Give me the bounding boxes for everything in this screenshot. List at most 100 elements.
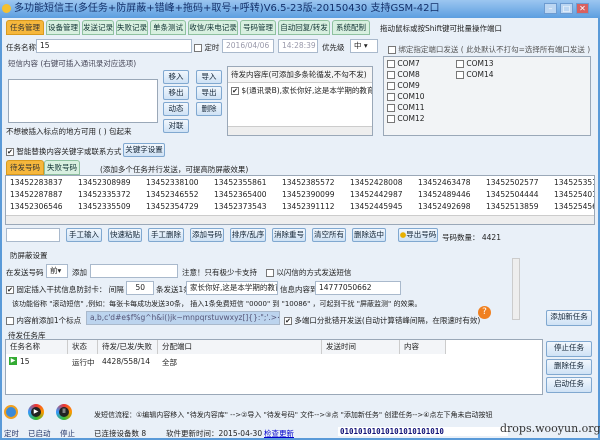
close-button[interactable]: ✕ <box>576 3 589 14</box>
timer-checkbox[interactable]: 定时 <box>194 42 219 53</box>
number-action-button[interactable]: 消除重号 <box>272 228 306 242</box>
tab-2[interactable]: 发送记录 <box>82 20 114 35</box>
checkbox[interactable] <box>456 60 464 68</box>
column-header[interactable]: 发送时间 <box>322 340 400 354</box>
help-icon[interactable]: ? <box>478 306 491 319</box>
delete-task-button[interactable]: 删除任务 <box>546 359 592 375</box>
checkbox[interactable] <box>387 60 395 68</box>
column-header[interactable]: 待发/已发/失败 <box>98 340 158 354</box>
checkbox[interactable] <box>388 46 396 54</box>
subtab-pending-numbers[interactable]: 待发号码 <box>6 160 44 175</box>
number-action-button[interactable]: 排序/乱序 <box>230 228 266 242</box>
pending-item[interactable]: ✔ $(通讯录B),家长你好,这是本学期的教育... <box>228 83 372 98</box>
couplet-button[interactable]: 对联 <box>163 119 189 133</box>
task-name-input[interactable]: 15 <box>36 39 192 53</box>
port-checkbox[interactable]: COM13 <box>456 59 494 68</box>
phone-number[interactable]: 13452545681 <box>554 202 594 211</box>
number-action-button[interactable]: 快速粘贴 <box>108 228 142 242</box>
table-row[interactable]: 15 运行中 4428/558/14 全部 ▶ <box>6 355 542 368</box>
minimize-button[interactable]: – <box>544 3 557 14</box>
fixed-insert-checkbox[interactable]: ✔ 固定插入干扰信息防封卡： 间隔 <box>6 284 124 295</box>
to-number-input[interactable]: 14777050662 <box>315 281 401 295</box>
phone-number[interactable]: 13452354729 <box>146 202 199 211</box>
number-action-button[interactable]: 添加号码 <box>190 228 224 242</box>
checkbox[interactable] <box>387 71 395 79</box>
checkbox[interactable] <box>387 115 395 123</box>
play-icon[interactable]: ▶ <box>28 404 44 420</box>
horizontal-scrollbar[interactable] <box>6 215 594 224</box>
phone-number[interactable]: 13452489446 <box>418 190 471 199</box>
phone-number[interactable]: 13452306546 <box>10 202 63 211</box>
start-task-button[interactable]: 启动任务 <box>546 377 592 393</box>
column-header[interactable]: 任务名称 <box>6 340 68 354</box>
phone-number[interactable]: 13452335509 <box>78 202 131 211</box>
phone-number[interactable]: 13452365400 <box>214 190 267 199</box>
tab-3[interactable]: 失败记录 <box>116 20 148 35</box>
port-checkbox[interactable]: COM14 <box>456 70 494 79</box>
port-checkbox[interactable]: COM8 <box>387 70 420 79</box>
smart-replace-checkbox[interactable]: ✔ 智能替换内容关键字或联系方式 <box>6 146 121 157</box>
phone-number[interactable]: 13452463478 <box>418 178 471 187</box>
column-header[interactable]: 分配端口 <box>158 340 322 354</box>
date-input[interactable]: 2016/04/06 <box>222 39 274 53</box>
column-header[interactable]: 内容 <box>400 340 446 354</box>
sms-content-textarea[interactable] <box>8 79 158 123</box>
export-numbers-button[interactable]: ●导出号码 <box>398 228 438 242</box>
punct-chars-input[interactable]: a,b,c'd#e$f%g^h&i()jk~mnpqrstuvwxyz[]{}:… <box>86 311 280 325</box>
pending-content-list[interactable]: 待发内容库(可添加多条轮循发,不勾不发) ✔ $(通讯录B),家长你好,这是本学… <box>227 66 373 136</box>
tab-4[interactable]: 单条测试 <box>150 20 186 35</box>
checkbox[interactable] <box>387 93 395 101</box>
stop-task-button[interactable]: 停止任务 <box>546 341 592 357</box>
position-select[interactable]: 前▾ <box>46 264 68 278</box>
phone-number[interactable]: 13452346552 <box>146 190 199 199</box>
checkbox[interactable]: ✔ <box>284 317 292 325</box>
checkbox[interactable] <box>194 44 202 52</box>
phone-number[interactable]: 13452391112 <box>282 202 335 211</box>
phone-number[interactable]: 13452504444 <box>486 190 539 199</box>
delete-button[interactable]: 删除 <box>196 102 222 116</box>
number-action-button[interactable]: 删除选中 <box>352 228 386 242</box>
tab-6[interactable]: 号码管理 <box>240 20 276 35</box>
number-action-button[interactable]: 手工删除 <box>148 228 184 242</box>
phone-number[interactable]: 13452428008 <box>350 178 403 187</box>
import-button[interactable]: 导入 <box>196 70 222 84</box>
pause-icon[interactable]: II <box>56 404 72 420</box>
add-new-task-button[interactable]: 添加新任务 <box>546 310 592 326</box>
punct-checkbox[interactable]: 内容前添加1个标点 <box>6 315 81 326</box>
phone-number[interactable]: 13452335372 <box>78 190 131 199</box>
phone-number[interactable]: 13452502577 <box>486 178 539 187</box>
port-checkbox[interactable]: COM11 <box>387 103 425 112</box>
port-checkbox[interactable]: COM10 <box>387 92 425 101</box>
time-input[interactable]: 14:28:39 <box>278 39 318 53</box>
port-checkbox[interactable]: COM9 <box>387 81 420 90</box>
phone-number[interactable]: 13452373543 <box>214 202 267 211</box>
phone-number[interactable]: 13452283837 <box>10 178 63 187</box>
phone-number[interactable]: 13452535151 <box>554 178 594 187</box>
maximize-button[interactable]: □ <box>560 3 573 14</box>
phone-number[interactable]: 13452492698 <box>418 202 471 211</box>
flash-sms-checkbox[interactable]: 以闪信的方式发送短信 <box>266 267 351 278</box>
checkbox[interactable] <box>387 82 395 90</box>
phone-number[interactable]: 13452442987 <box>350 190 403 199</box>
port-checkbox[interactable]: COM7 <box>387 59 420 68</box>
priority-select[interactable]: 中 ▾ <box>350 39 378 53</box>
checkbox[interactable]: ✔ <box>6 286 14 294</box>
number-action-button[interactable]: 清空所有 <box>312 228 346 242</box>
keyword-settings-button[interactable]: 关键字设置 <box>123 143 165 157</box>
checkbox[interactable] <box>266 269 274 277</box>
phone-number[interactable]: 13452540133 <box>554 190 594 199</box>
export-button[interactable]: 导出 <box>196 86 222 100</box>
checkbox[interactable] <box>387 104 395 112</box>
numbers-list[interactable]: 13452283837 13452308989 13452338100 1345235… <box>5 175 595 225</box>
multi-port-checkbox[interactable]: ✔ 多端口分批错开发送(自动计算错峰间隔，在限速时有效) <box>284 315 480 326</box>
number-input[interactable] <box>6 228 60 242</box>
move-out-button[interactable]: 移出 <box>163 86 189 100</box>
phone-number[interactable]: 13452445945 <box>350 202 403 211</box>
prefix-input[interactable] <box>90 264 178 278</box>
phone-number[interactable]: 13452287887 <box>10 190 63 199</box>
phone-number[interactable]: 13452390099 <box>282 190 335 199</box>
tab-8[interactable]: 系统配制 <box>332 20 370 35</box>
checkbox[interactable] <box>456 71 464 79</box>
check-update-link[interactable]: 检查更新 <box>264 428 294 439</box>
move-in-button[interactable]: 移入 <box>163 70 189 84</box>
